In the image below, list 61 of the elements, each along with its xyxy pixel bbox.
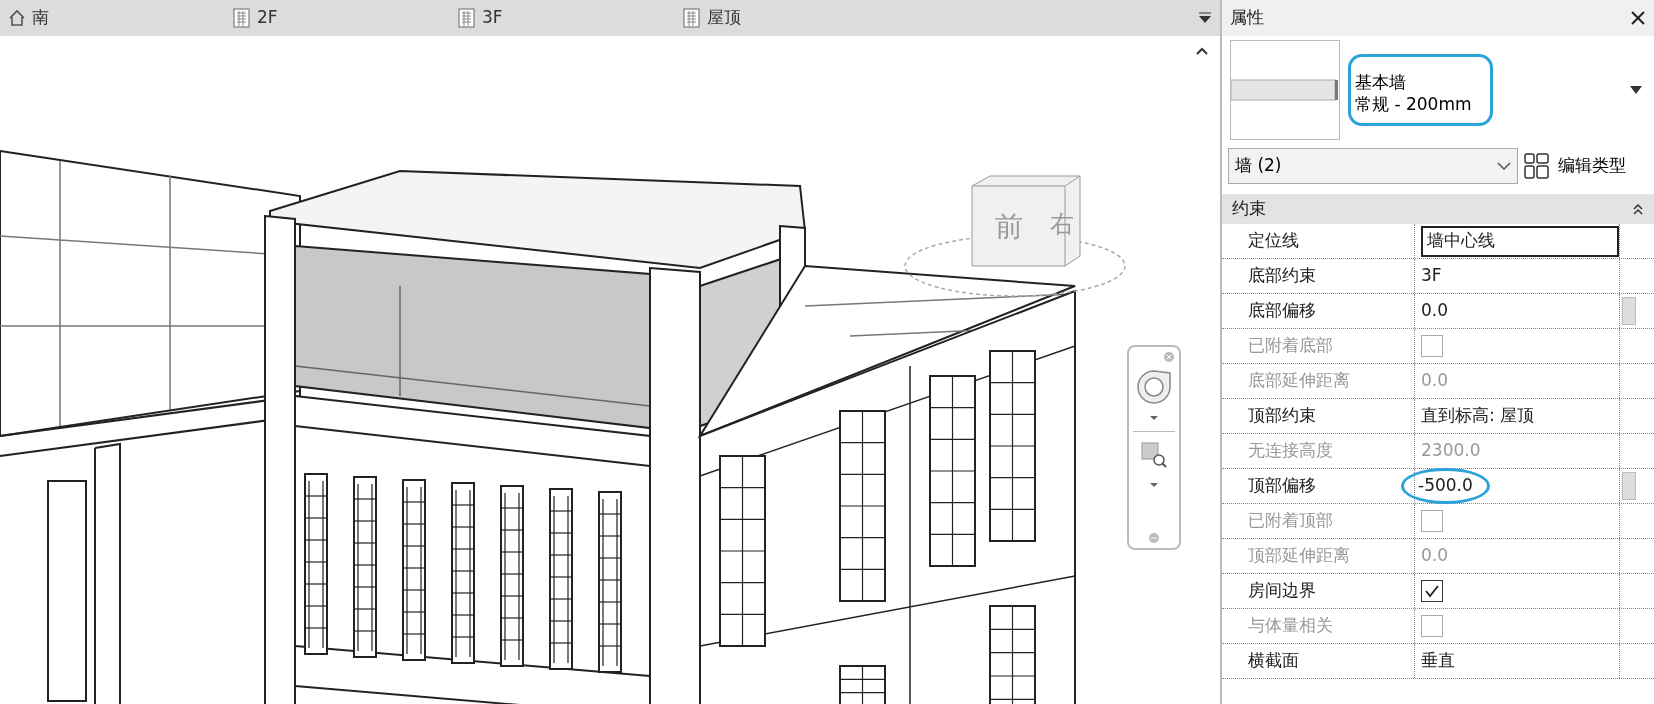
view-tab[interactable]: 2F — [229, 0, 454, 36]
scroll-up-button[interactable] — [1195, 46, 1209, 56]
scroll-handle[interactable] — [1622, 472, 1636, 500]
edit-type-button[interactable]: 编辑类型 — [1524, 153, 1626, 179]
view-tab[interactable]: 南 — [4, 0, 229, 36]
type-selector[interactable]: 基本墙 常规 - 200mm — [1348, 53, 1493, 127]
zoom-icon — [1141, 442, 1167, 468]
property-value: 0.0 — [1421, 369, 1449, 393]
property-label: 顶部约束 — [1247, 404, 1317, 428]
grid-icon — [1524, 153, 1550, 179]
property-value: 0.0 — [1421, 544, 1449, 568]
property-label: 底部偏移 — [1247, 299, 1317, 323]
panel-title: 属性 — [1230, 6, 1264, 30]
property-value[interactable]: 3F — [1421, 263, 1442, 289]
caret-down-icon — [1149, 482, 1159, 488]
type-dropdown-button[interactable] — [1630, 86, 1642, 94]
steering-wheel-button[interactable] — [1136, 369, 1172, 405]
close-icon — [1630, 10, 1646, 26]
property-label: 已附着顶部 — [1247, 509, 1334, 533]
view-tab[interactable]: 3F — [454, 0, 679, 36]
property-value[interactable]: 0.0 — [1421, 298, 1449, 324]
property-value[interactable]: -500.0 — [1401, 468, 1490, 504]
property-label: 顶部偏移 — [1247, 474, 1317, 498]
property-label: 已附着底部 — [1247, 334, 1334, 358]
property-value[interactable]: 垂直 — [1421, 648, 1455, 674]
caret-down-icon — [1149, 415, 1159, 421]
floor-plan-icon — [233, 8, 251, 28]
property-label: 底部约束 — [1247, 264, 1317, 288]
wall-layer-icon — [1231, 78, 1339, 102]
property-label: 与体量相关 — [1247, 614, 1334, 638]
property-label: 顶部延伸距离 — [1247, 544, 1351, 568]
dropdown-button[interactable] — [1149, 415, 1159, 421]
view-tab[interactable]: 屋顶 — [679, 0, 904, 36]
close-button[interactable] — [1630, 10, 1646, 26]
caret-down-icon — [1630, 86, 1642, 94]
property-value[interactable]: 直到标高: 屋顶 — [1421, 403, 1535, 429]
chevron-down-icon — [1497, 162, 1511, 170]
property-label: 房间边界 — [1247, 579, 1317, 603]
checkbox[interactable] — [1421, 580, 1443, 602]
minus-icon — [1148, 532, 1160, 544]
property-label: 横截面 — [1247, 649, 1300, 673]
zoom-button[interactable] — [1141, 442, 1167, 468]
instance-filter-dropdown[interactable]: 墙 (2) — [1228, 148, 1518, 184]
category-header[interactable]: 约束 — [1222, 194, 1654, 224]
floor-plan-icon — [458, 8, 476, 28]
property-label: 定位线 — [1247, 229, 1300, 253]
checkmark-icon — [1424, 584, 1440, 598]
property-label: 无连接高度 — [1247, 439, 1334, 463]
property-label: 底部延伸距离 — [1247, 369, 1351, 393]
scroll-handle[interactable] — [1622, 297, 1636, 325]
property-value: 2300.0 — [1421, 439, 1481, 463]
dropdown-button[interactable] — [1149, 482, 1159, 488]
house-icon — [8, 9, 26, 27]
caret-down-icon — [1198, 12, 1212, 24]
floor-plan-icon — [683, 8, 701, 28]
double-chevron-icon — [1632, 202, 1644, 216]
close-icon — [1163, 351, 1175, 363]
property-value-field[interactable]: 墙中心线 — [1421, 225, 1619, 257]
wheel-icon — [1136, 369, 1172, 405]
view-list-button[interactable] — [1198, 12, 1212, 24]
chevron-up-icon — [1195, 46, 1209, 56]
